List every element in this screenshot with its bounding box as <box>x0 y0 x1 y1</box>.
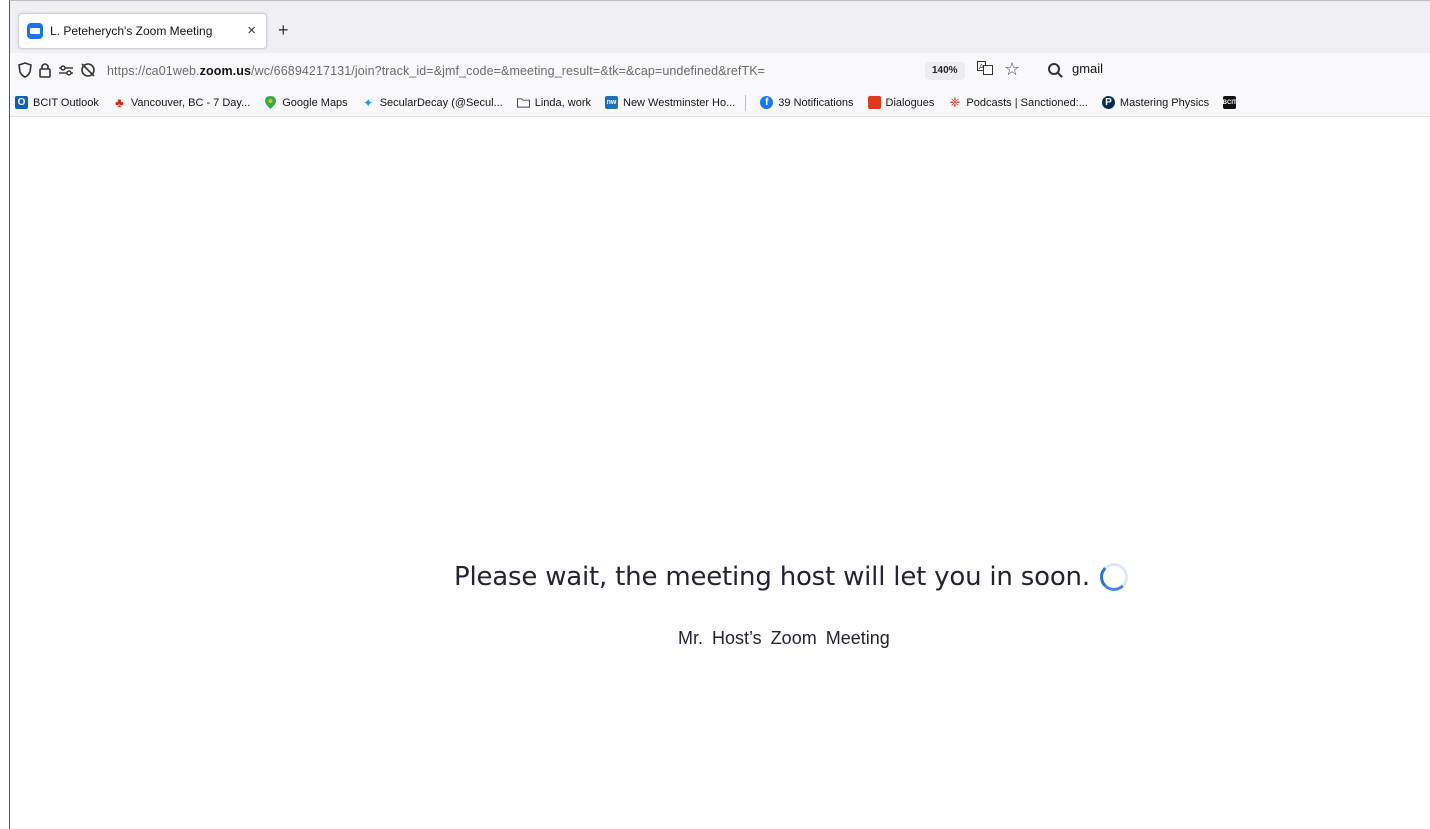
bookmark-dialogues[interactable]: Dialogues <box>867 96 935 109</box>
wait-message: Please wait, the meeting host will let y… <box>454 562 1090 592</box>
bookmark-star-icon[interactable]: ☆ <box>1004 59 1020 80</box>
url-prefix: https://ca01web. <box>107 64 200 78</box>
bookmark-facebook-notifications[interactable]: f 39 Notifications <box>760 96 854 109</box>
folder-icon <box>516 96 530 109</box>
browser-window: L. Peteherych's Zoom Meeting × + https:/… <box>9 0 1430 829</box>
url-suffix: /wc/66894217131/join?track_id=&jmf_code=… <box>251 64 766 78</box>
bookmark-new-westminster[interactable]: nw New Westminster Ho... <box>605 96 735 109</box>
search-field[interactable]: gmail <box>1048 61 1103 76</box>
tracking-protection-icon[interactable] <box>80 62 96 81</box>
new-tab-button[interactable]: + <box>278 20 289 40</box>
bookmarks-separator <box>745 94 747 111</box>
cbc-icon: ❈ <box>949 94 961 110</box>
bookmark-bcit-outlook[interactable]: O BCIT Outlook <box>15 96 99 109</box>
zoom-level-badge[interactable]: 140% <box>925 62 965 80</box>
waiting-room-message: Please wait, the meeting host will let y… <box>454 562 1128 592</box>
nw-icon: nw <box>605 96 618 109</box>
search-icon <box>1048 62 1060 75</box>
tab-title: L. Peteherych's Zoom Meeting <box>50 24 213 38</box>
bookmark-label: BCIT Outlook <box>33 96 99 109</box>
bookmark-seculardecay[interactable]: ✦ SecularDecay (@Secul... <box>362 95 503 110</box>
bookmark-label: SecularDecay (@Secul... <box>379 96 503 109</box>
navigation-bar: https://ca01web.zoom.us/wc/66894217131/j… <box>10 53 1430 89</box>
bcit-icon: BCIT <box>1223 96 1237 109</box>
bookmark-label: Podcasts | Sanctioned:... <box>966 96 1088 109</box>
bookmark-vancouver-weather[interactable]: ♣ Vancouver, BC - 7 Day... <box>113 95 251 110</box>
close-tab-icon[interactable]: × <box>247 22 256 40</box>
permissions-icon[interactable] <box>58 63 74 79</box>
bookmark-bcit[interactable]: BCIT <box>1223 96 1241 109</box>
twitter-icon: ✦ <box>363 95 374 110</box>
lock-icon[interactable] <box>38 62 52 81</box>
bookmark-label: Google Maps <box>282 96 348 109</box>
dialogues-icon <box>867 96 881 109</box>
address-bar-url[interactable]: https://ca01web.zoom.us/wc/66894217131/j… <box>107 64 765 78</box>
page-content: Please wait, the meeting host will let y… <box>10 118 1430 829</box>
bookmark-label: Linda, work <box>534 96 591 109</box>
loading-spinner-icon <box>1099 563 1128 591</box>
pearson-icon: P <box>1101 96 1115 109</box>
svg-text:A: A <box>979 63 984 71</box>
facebook-icon: f <box>760 96 774 109</box>
bookmark-label: 39 Notifications <box>778 96 854 109</box>
tab-zoom-meeting[interactable]: L. Peteherych's Zoom Meeting × <box>18 13 267 49</box>
meeting-title: Mr. Host’s Zoom Meeting <box>678 628 890 648</box>
bookmark-folder-linda-work[interactable]: Linda, work <box>516 96 591 109</box>
shield-icon[interactable] <box>18 61 32 81</box>
bookmark-podcasts-sanctioned[interactable]: ❈ Podcasts | Sanctioned:... <box>948 94 1088 110</box>
maple-leaf-icon: ♣ <box>115 95 124 110</box>
bookmarks-bar: O BCIT Outlook ♣ Vancouver, BC - 7 Day..… <box>10 89 1430 117</box>
outlook-icon: O <box>15 96 28 109</box>
bookmark-mastering-physics[interactable]: P Mastering Physics <box>1101 96 1210 109</box>
bookmark-google-maps[interactable]: Google Maps <box>264 96 348 109</box>
tab-strip: L. Peteherych's Zoom Meeting × + <box>10 1 1430 53</box>
search-text: gmail <box>1072 61 1104 76</box>
bookmark-label: Mastering Physics <box>1119 96 1210 109</box>
url-domain: zoom.us <box>199 64 252 78</box>
map-pin-icon <box>264 96 277 109</box>
bookmark-label: Dialogues <box>885 96 935 109</box>
translate-icon[interactable]: A <box>977 61 993 78</box>
zoom-favicon-icon <box>27 23 43 39</box>
bookmark-label: Vancouver, BC - 7 Day... <box>130 96 251 109</box>
bookmark-label: New Westminster Ho... <box>623 96 736 109</box>
